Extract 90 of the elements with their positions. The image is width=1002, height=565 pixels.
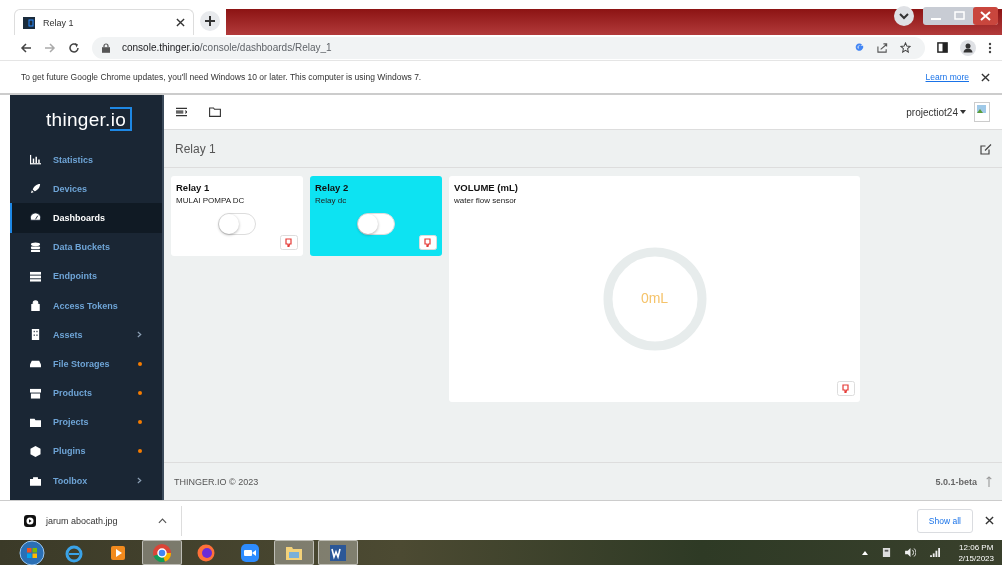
- widget-subtitle: MULAI POMPA DC: [176, 196, 246, 205]
- video-camera-icon: [240, 542, 260, 563]
- sidebar-item[interactable]: Devices: [10, 174, 162, 204]
- sidebar-item[interactable]: Data Buckets: [10, 232, 162, 262]
- star-icon[interactable]: [900, 42, 911, 53]
- widget-title: Relay 1: [176, 182, 211, 193]
- profile-icon[interactable]: [960, 39, 976, 56]
- caret-icon[interactable]: [960, 110, 966, 114]
- taskbar-app[interactable]: [318, 540, 358, 565]
- lock-icon: [102, 42, 110, 53]
- url-text: console.thinger.io/console/dashboards/Relay_1: [122, 42, 332, 53]
- building-icon: [30, 329, 41, 341]
- new-dot-icon: [138, 449, 142, 454]
- sidebar-item[interactable]: Plugins: [10, 436, 162, 467]
- thumbs-down-button[interactable]: [280, 235, 298, 250]
- caret-icon[interactable]: [158, 517, 167, 524]
- address-bar[interactable]: console.thinger.io/console/dashboards/Relay_1: [92, 36, 925, 59]
- folder-icon[interactable]: [209, 107, 221, 117]
- rocket-icon: [30, 183, 41, 195]
- sidebar-item[interactable]: Endpoints: [10, 261, 162, 291]
- copyright-text: THINGER.IO © 2023: [174, 476, 259, 487]
- drive-icon: [30, 358, 41, 370]
- sidebar-item[interactable]: File Storages: [10, 349, 162, 379]
- chrome-icon: [152, 542, 172, 563]
- reload-icon[interactable]: [68, 41, 80, 54]
- thumbs-down-button[interactable]: [419, 235, 437, 250]
- new-tab-button[interactable]: [200, 11, 220, 31]
- update-message: To get future Google Chrome updates, you'll need Windows 10 or later. This computer is using Windows 7.: [21, 72, 422, 82]
- gauge-icon: [30, 212, 41, 224]
- gauge-reading: 0mL: [639, 290, 670, 306]
- chevron-icon: [137, 331, 142, 339]
- database-icon: [30, 241, 41, 253]
- download-filename[interactable]: jarum abocath.jpg: [46, 515, 118, 526]
- sidebar-item[interactable]: Assets: [10, 320, 162, 350]
- server-icon: [30, 270, 41, 282]
- folder-icon: [30, 416, 41, 428]
- clock-date: 2/15/2023: [958, 552, 994, 564]
- tab-search-icon[interactable]: [894, 6, 914, 26]
- show-all-button[interactable]: Show all: [916, 508, 973, 533]
- sidebar-toggle-icon[interactable]: [176, 107, 187, 117]
- close-icon[interactable]: [176, 18, 185, 27]
- clock-time: 12:06 PM: [959, 541, 994, 553]
- box-icon: [30, 387, 41, 399]
- new-dot-icon: [138, 391, 142, 396]
- google-icon[interactable]: [854, 42, 865, 53]
- firefox-icon: [196, 542, 216, 563]
- bar-chart-icon: [30, 154, 41, 166]
- cube-icon: [30, 445, 41, 457]
- lock-icon: [30, 300, 41, 312]
- sidebar-item[interactable]: Projects: [10, 407, 162, 437]
- browser-tab[interactable]: Relay 1: [14, 9, 194, 35]
- toolbox-icon: [30, 475, 41, 487]
- toggle-switch[interactable]: [357, 213, 395, 235]
- sidebar-item[interactable]: Toolbox: [10, 466, 162, 496]
- window-controls[interactable]: [923, 7, 998, 25]
- widget-subtitle: Relay dc: [315, 196, 348, 205]
- file-icon: [24, 514, 36, 527]
- sidebar-item[interactable]: Products: [10, 378, 162, 408]
- new-dot-icon: [138, 420, 142, 425]
- widget-subtitle: water flow sensor: [454, 196, 518, 205]
- version-text: 5.0.1-beta: [935, 476, 977, 487]
- start-button[interactable]: [19, 540, 45, 565]
- volume-icon[interactable]: [905, 548, 917, 557]
- dashboard-title: Relay 1: [175, 141, 216, 156]
- word-icon: [328, 542, 348, 563]
- widget-title: VOLUME (mL): [454, 182, 519, 193]
- close-icon[interactable]: [985, 516, 994, 525]
- signal-icon[interactable]: [930, 548, 942, 557]
- user-menu[interactable]: projectiot24: [906, 106, 966, 118]
- sidebar-item[interactable]: Statistics: [10, 145, 162, 175]
- edit-icon[interactable]: [980, 142, 992, 155]
- close-icon[interactable]: [981, 72, 990, 82]
- new-dot-icon: [138, 361, 142, 366]
- menu-icon[interactable]: [988, 41, 992, 54]
- share-icon[interactable]: [877, 42, 888, 53]
- tab-title: Relay 1: [43, 17, 75, 28]
- sidebar-item[interactable]: Access Tokens: [10, 290, 162, 321]
- toggle-switch[interactable]: [218, 213, 256, 235]
- broken-image-icon[interactable]: [974, 102, 990, 122]
- side-panel-icon[interactable]: [937, 42, 948, 53]
- favicon-icon: [23, 16, 35, 29]
- sidebar-item[interactable]: Dashboards: [10, 203, 162, 233]
- thumbs-down-button[interactable]: [837, 381, 855, 396]
- network-icon[interactable]: [882, 547, 892, 558]
- back-icon[interactable]: [20, 41, 32, 54]
- chevron-icon: [137, 477, 142, 485]
- learn-more-link[interactable]: Learn more: [925, 72, 969, 82]
- widget-title: Relay 2: [315, 182, 350, 193]
- tray-arrow-icon[interactable]: [862, 550, 869, 555]
- logo: thinger.io: [10, 95, 162, 145]
